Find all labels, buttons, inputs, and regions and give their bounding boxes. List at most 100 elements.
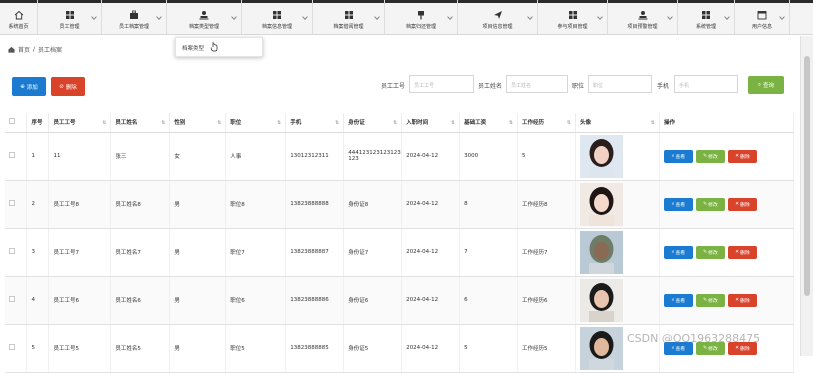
gender-cell: 男 bbox=[169, 228, 227, 277]
breadcrumb-home[interactable]: 首页 bbox=[18, 45, 30, 54]
view-button[interactable]: ⌕ 查看 bbox=[663, 197, 693, 211]
employee-name-cell: 员工姓名8 bbox=[110, 180, 171, 229]
nav-item-project-participation[interactable]: 参与项目管理 bbox=[538, 0, 608, 35]
search-icon: ⌕ bbox=[671, 346, 675, 351]
close-icon: ✕ bbox=[735, 201, 740, 207]
chevron-down-icon bbox=[724, 14, 730, 20]
edit-button[interactable]: ✎ 修改 bbox=[695, 293, 725, 307]
table-header-row: 序号 员工工号 ⇅ 员工姓名 ⇅ 性别 ⇅ 职位 ⇅ 手机 ⇅ 身份证 ⇅ 入职时间 ⇅ 基础… bbox=[5, 113, 795, 133]
column-header[interactable]: 手机 ⇅ bbox=[285, 113, 345, 133]
filter-label-phone: 手机 bbox=[657, 83, 670, 90]
gender-cell: 男 bbox=[169, 324, 227, 373]
row-checkbox[interactable] bbox=[9, 152, 15, 158]
top-navigation: 系统首页 员工管理 员工档案管理 档案类型管理 档案信息管理 档案借阅管理 档案… bbox=[0, 0, 813, 35]
column-header[interactable]: 员工工号 ⇅ bbox=[48, 113, 112, 133]
column-header[interactable]: 性别 ⇅ bbox=[169, 113, 227, 133]
phone-input[interactable]: 手机 bbox=[674, 75, 738, 93]
position-input[interactable]: 职位 bbox=[588, 75, 652, 93]
nav-item-label: 员工管理 bbox=[59, 23, 80, 30]
sort-icon: ⇅ bbox=[217, 120, 222, 126]
search-button[interactable]: ⌕ 查询 bbox=[748, 76, 784, 94]
sort-icon: ⇅ bbox=[450, 120, 456, 126]
column-header-label: 工作经历 bbox=[522, 120, 545, 127]
close-icon: ✕ bbox=[735, 345, 740, 351]
edit-button[interactable]: ✎ 修改 bbox=[695, 197, 725, 211]
employee-name-input[interactable]: 员工姓名 bbox=[506, 75, 568, 93]
dropdown-item-archive-type[interactable]: 档案类型 bbox=[182, 44, 204, 52]
column-header[interactable]: 入职时间 ⇅ bbox=[401, 113, 461, 133]
row-checkbox[interactable] bbox=[9, 248, 15, 254]
column-header[interactable]: 身份证 ⇅ bbox=[343, 113, 403, 133]
row-checkbox[interactable] bbox=[9, 200, 15, 206]
view-button-label: 查看 bbox=[675, 202, 686, 208]
delete-button[interactable]: ⊘ 删除 bbox=[51, 77, 85, 96]
employee-no-cell: 员工工号8 bbox=[48, 180, 112, 229]
phone-cell: 13823888886 bbox=[285, 276, 345, 325]
edit-icon: ✎ bbox=[703, 297, 708, 303]
nav-item-archive-return[interactable]: 档案归还管理 bbox=[385, 0, 458, 35]
column-header-label: 入职时间 bbox=[406, 120, 429, 127]
delete-row-button[interactable]: ✕ 删除 bbox=[727, 293, 757, 307]
nav-item-employee[interactable]: 员工管理 bbox=[38, 0, 102, 35]
nav-item-home[interactable]: 系统首页 bbox=[0, 0, 38, 35]
nav-item-system[interactable]: 系统管理 bbox=[678, 0, 735, 35]
avatar-cell bbox=[575, 180, 660, 229]
avatar-image[interactable] bbox=[579, 134, 623, 178]
avatar-image[interactable] bbox=[579, 326, 623, 370]
grid-icon bbox=[702, 10, 710, 19]
id-card-cell: 身份证7 bbox=[343, 228, 403, 277]
row-index: 5 bbox=[26, 324, 50, 373]
column-header[interactable]: 基础工资 ⇅ bbox=[459, 113, 519, 133]
chevron-down-icon bbox=[231, 14, 237, 20]
nav-item-project-info[interactable]: 项目信息管理 bbox=[458, 0, 538, 35]
actions-cell: ⌕ 查看 ✎ 修改 ✕ 删除 bbox=[659, 276, 795, 325]
avatar-image[interactable] bbox=[579, 182, 623, 226]
column-header-label: 员工姓名 bbox=[115, 120, 138, 127]
delete-row-button[interactable]: ✕ 删除 bbox=[727, 197, 757, 211]
avatar-cell bbox=[575, 276, 660, 325]
column-header[interactable]: 员工姓名 ⇅ bbox=[110, 113, 171, 133]
edit-icon: ✎ bbox=[703, 249, 708, 255]
chevron-down-icon bbox=[667, 14, 673, 20]
column-header[interactable]: 头像 ⇅ bbox=[575, 113, 660, 133]
delete-row-button[interactable]: ✕ 删除 bbox=[727, 149, 757, 163]
column-header-label: 手机 bbox=[290, 120, 302, 127]
id-card-cell: 身份证8 bbox=[343, 180, 403, 229]
avatar-image[interactable] bbox=[579, 278, 623, 322]
employee-name-cell: 张三 bbox=[110, 132, 171, 181]
row-select-cell bbox=[5, 276, 28, 325]
edit-button[interactable]: ✎ 修改 bbox=[695, 149, 725, 163]
employee-no-cell: 员工工号7 bbox=[48, 228, 112, 277]
nav-item-employee-archive[interactable]: 员工档案管理 bbox=[102, 0, 167, 35]
view-button[interactable]: ⌕ 查看 bbox=[663, 149, 693, 163]
view-button-label: 查看 bbox=[675, 298, 686, 304]
nav-item-archive-borrow[interactable]: 档案借阅管理 bbox=[313, 0, 385, 35]
vertical-scrollbar[interactable] bbox=[800, 36, 813, 356]
view-button[interactable]: ⌕ 查看 bbox=[663, 245, 693, 259]
nav-item-user-info[interactable]: 用户信息 bbox=[735, 0, 790, 35]
user-icon bbox=[199, 10, 209, 19]
select-all-checkbox[interactable] bbox=[9, 118, 15, 125]
view-button[interactable]: ⌕ 查看 bbox=[663, 293, 693, 307]
nav-item-archive-type[interactable]: 档案类型管理 bbox=[167, 0, 242, 35]
hire-date-cell: 2024-04-12 bbox=[401, 324, 461, 373]
row-checkbox[interactable] bbox=[9, 344, 15, 350]
breadcrumb-separator: / bbox=[33, 46, 36, 53]
scrollbar-thumb[interactable] bbox=[804, 56, 810, 296]
column-header[interactable]: 工作经历 ⇅ bbox=[517, 113, 576, 133]
table-row: 3 员工工号7 员工姓名7 男职位7 13823888887 身份证7 2024-04-12… bbox=[5, 228, 795, 277]
view-button-label: 查看 bbox=[675, 250, 686, 256]
nav-item-project-warning[interactable]: 项目预警管理 bbox=[608, 0, 678, 35]
delete-row-button[interactable]: ✕ 删除 bbox=[727, 245, 757, 259]
avatar-cell bbox=[575, 228, 660, 277]
close-icon: ✕ bbox=[735, 249, 740, 255]
edit-button[interactable]: ✎ 修改 bbox=[695, 245, 725, 259]
hire-date-cell: 2024-04-12 bbox=[401, 276, 461, 325]
avatar-image[interactable] bbox=[579, 230, 623, 274]
nav-item-archive-info[interactable]: 档案信息管理 bbox=[242, 0, 313, 35]
add-button[interactable]: ⊕ 添加 bbox=[12, 77, 46, 96]
nav-item-label: 系统管理 bbox=[695, 23, 716, 30]
row-checkbox[interactable] bbox=[9, 296, 15, 302]
employee-no-input[interactable]: 员工工号 bbox=[409, 75, 474, 93]
column-header[interactable]: 职位 ⇅ bbox=[225, 113, 287, 133]
